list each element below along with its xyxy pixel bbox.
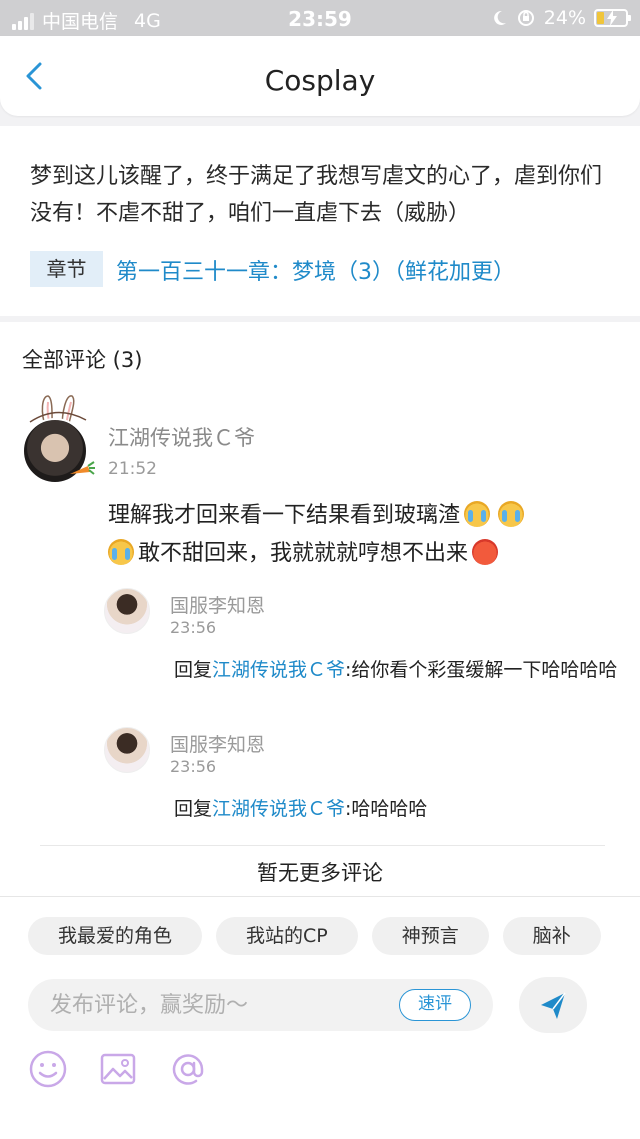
divider — [40, 845, 605, 846]
reply-item: 国服李知恩 23:56 回复江湖传说我Ｃ爷:给你看个彩蛋缓解一下哈哈哈哈 — [104, 588, 624, 698]
reply-text: 回复江湖传说我Ｃ爷:哈哈哈哈 — [174, 795, 624, 823]
send-button[interactable] — [519, 977, 587, 1033]
comment-time: 21:52 — [108, 459, 157, 479]
comments-heading: 全部评论 (3) — [22, 348, 143, 372]
topic-chip[interactable]: 脑补 — [502, 917, 601, 955]
reply-text: 回复江湖传说我Ｃ爷:给你看个彩蛋缓解一下哈哈哈哈 — [174, 656, 624, 684]
quick-comment-button[interactable]: 速评 — [399, 989, 471, 1021]
author-note-text: 梦到这儿该醒了，终于满足了我想写虐文的心了，虐到你们没有！不虐不甜了，咱们一直虐… — [30, 164, 603, 226]
battery-percent: 24% — [543, 7, 586, 29]
reply-avatar[interactable] — [104, 588, 150, 634]
reply-time: 23:56 — [170, 757, 217, 776]
avatar[interactable] — [20, 392, 95, 487]
moon-icon — [493, 10, 506, 25]
reply-author[interactable]: 国服李知恩 — [170, 591, 265, 618]
carrot-icon — [70, 461, 95, 475]
comment-composer: 我最爱的角色我站的CP 神预言脑补 速评 — [0, 896, 640, 1139]
header: Cosplay — [0, 36, 640, 116]
reply-author[interactable]: 国服李知恩 — [170, 730, 265, 757]
mention-icon[interactable] — [168, 1049, 208, 1089]
rotation-lock-icon — [517, 10, 534, 26]
crying-emoji-icon — [498, 501, 525, 527]
reply-prefix: 回复 — [174, 659, 213, 681]
chapter-tag: 章节 — [30, 251, 103, 287]
comment-input-box: 速评 — [28, 979, 493, 1031]
reply-message: :给你看个彩蛋缓解一下哈哈哈哈 — [345, 659, 618, 681]
image-icon[interactable] — [98, 1049, 138, 1089]
comments-section: 全部评论 (3) 江湖传说我Ｃ爷 21:52 理解我才回来看一下结果看到玻璃渣 … — [0, 322, 640, 896]
topic-chip[interactable]: 我站的CP — [216, 917, 358, 955]
reply-target-link[interactable]: 江湖传说我Ｃ爷 — [212, 798, 345, 820]
topic-chip[interactable]: 我最爱的角色 — [28, 917, 203, 955]
battery-icon — [594, 9, 631, 27]
emoji-icon[interactable] — [28, 1049, 68, 1089]
reply-avatar[interactable] — [104, 727, 150, 773]
topic-chip[interactable]: 神预言 — [371, 917, 489, 955]
crying-emoji-icon — [464, 501, 491, 527]
no-more-comments: 暂无更多评论 — [257, 861, 383, 885]
status-bar: 中国电信 4G 23:59 24% — [0, 0, 640, 36]
reply-message: :哈哈哈哈 — [345, 798, 428, 820]
composer-tools — [28, 1049, 208, 1089]
author-note: 梦到这儿该醒了，终于满足了我想写虐文的心了，虐到你们没有！不虐不甜了，咱们一直虐… — [0, 126, 640, 316]
crying-emoji-icon — [108, 539, 134, 565]
reply-item: 国服李知恩 23:56 回复江湖传说我Ｃ爷:哈哈哈哈 — [104, 727, 624, 837]
reply-target-link[interactable]: 江湖传说我Ｃ爷 — [212, 659, 345, 681]
topic-chips: 我最爱的角色 我站的CP 神预言 脑补 — [28, 917, 640, 957]
status-right: 24% — [490, 7, 631, 29]
reply-prefix: 回复 — [174, 798, 213, 820]
chapter-link[interactable]: 第一百三十一章：梦境（3）（鲜花加更） — [116, 254, 515, 286]
reply-time: 23:56 — [170, 618, 217, 637]
comment-author[interactable]: 江湖传说我Ｃ爷 — [108, 422, 255, 452]
comment-text-part1: 理解我才回来看一下结果看到玻璃渣 — [108, 503, 461, 528]
page-title: Cosplay — [264, 64, 376, 97]
send-icon — [541, 992, 566, 1019]
comment-input[interactable] — [50, 979, 400, 1031]
angry-emoji-icon — [472, 539, 499, 565]
comment-text: 理解我才回来看一下结果看到玻璃渣 敢不甜回来，我就就就哼想不出来 — [108, 497, 608, 573]
comment-text-part2: 敢不甜回来，我就就就哼想不出来 — [138, 541, 469, 566]
